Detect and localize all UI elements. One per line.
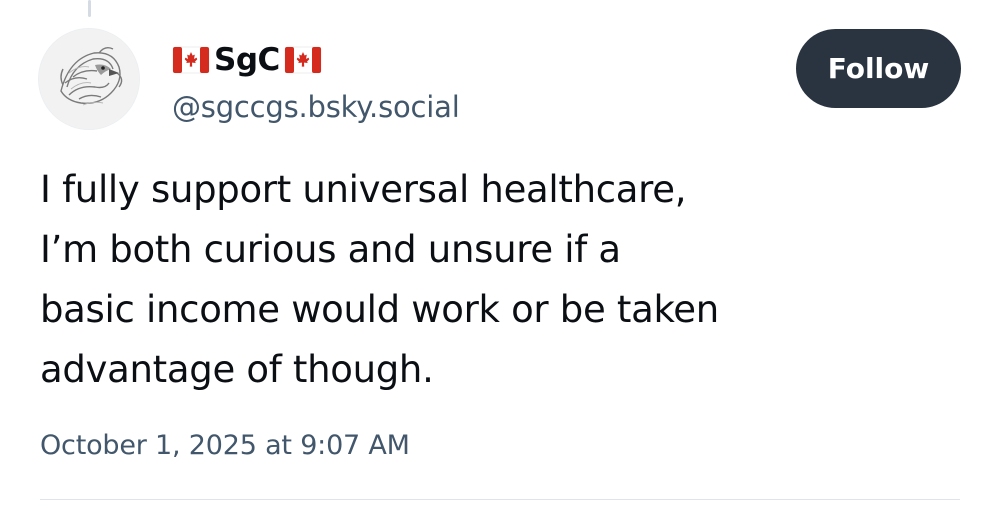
thread-connector-line — [88, 0, 91, 17]
canada-flag-icon — [284, 44, 322, 76]
avatar[interactable] — [38, 28, 140, 130]
canada-flag-icon — [172, 44, 210, 76]
follow-button[interactable]: Follow — [796, 29, 961, 108]
divider — [40, 499, 960, 500]
post-text-line: basic income would work or be taken — [40, 288, 719, 331]
eagle-avatar-icon — [39, 29, 139, 129]
post-text-line: advantage of though. — [40, 348, 434, 391]
post-timestamp[interactable]: October 1, 2025 at 9:07 AM — [40, 424, 410, 468]
post-text: I fully support universal healthcare, I’… — [40, 160, 940, 400]
post-text-line: I fully support universal healthcare, — [40, 168, 687, 211]
author-display-name: SgC — [214, 42, 280, 78]
author-name-row[interactable]: SgC — [172, 38, 322, 82]
post-text-line: I’m both curious and unsure if a — [40, 228, 621, 271]
author-handle[interactable]: @sgccgs.bsky.social — [172, 88, 460, 126]
post-view: SgC @sgccgs.bsky.social Follow I fully s… — [0, 0, 1000, 506]
